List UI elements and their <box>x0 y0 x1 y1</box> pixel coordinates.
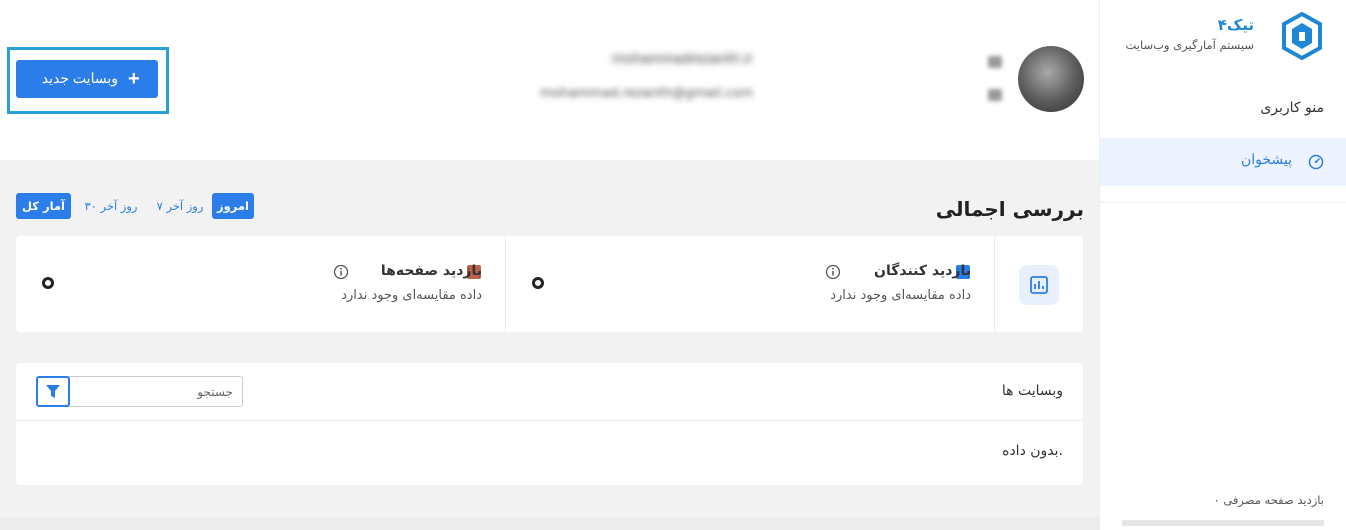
tab-all-stats[interactable]: آمار کل <box>16 193 71 219</box>
tab-last-30-days[interactable]: ۳۰ روز آخر <box>76 193 146 219</box>
pageviews-title: بازدید صفحه‌ها <box>380 263 482 279</box>
chart-icon <box>1019 265 1059 305</box>
new-website-label: وبسایت جدید <box>41 70 118 86</box>
info-icon[interactable] <box>333 264 349 280</box>
visitors-subtitle: داده مقایسه‌ای وجود ندارد <box>830 288 971 303</box>
brand-subtitle: سیستم آمارگیری وب‌سایت <box>1125 38 1254 52</box>
visitors-title: بازدید کنندگان <box>874 263 971 279</box>
brand[interactable]: تیک۴ سیستم آمارگیری وب‌سایت <box>1114 12 1324 62</box>
top-header: + وبسایت جدید mohammadrezanth.ir mohamma… <box>0 0 1099 160</box>
pageviews-subtitle: داده مقایسه‌ای وجود ندارد <box>341 288 482 303</box>
filter-button[interactable] <box>36 376 70 407</box>
visitors-indicator <box>532 277 544 289</box>
search-input[interactable] <box>71 377 241 406</box>
email-icon <box>988 89 1002 101</box>
user-icon <box>988 56 1002 68</box>
bottom-strip <box>0 517 1099 530</box>
page-views-used: ۰ بازدید صفحه مصرفی <box>1213 493 1324 507</box>
sidebar: تیک۴ سیستم آمارگیری وب‌سایت منو کاربری پ… <box>1099 0 1346 530</box>
tab-today[interactable]: امروز <box>212 193 254 219</box>
pageviews-indicator <box>42 277 54 289</box>
sidebar-divider <box>1100 202 1346 203</box>
empty-state: بدون داده. <box>1002 443 1063 459</box>
search-box <box>36 376 243 407</box>
dashboard-gauge-icon <box>1308 154 1324 170</box>
tab-last-7-days[interactable]: ۷ روز آخر <box>150 193 210 219</box>
usage-progress-bar <box>1122 520 1324 526</box>
sidebar-item-dashboard[interactable]: پیشخوان <box>1100 138 1346 186</box>
sidebar-item-label: پیشخوان <box>1240 152 1292 168</box>
new-website-button[interactable]: + وبسایت جدید <box>16 60 158 98</box>
user-email: mohammad.rezanth@gmail.com <box>540 86 753 101</box>
tik4-logo-icon <box>1282 12 1322 60</box>
user-avatar[interactable] <box>1018 46 1084 112</box>
user-name: mohammadrezanth.ir <box>612 52 753 67</box>
overview-title: بررسی اجمالی <box>935 197 1084 221</box>
brand-title: تیک۴ <box>1217 16 1254 34</box>
user-menu-heading: منو کاربری <box>1260 100 1324 116</box>
plus-icon: + <box>128 68 140 90</box>
stats-card: بازدید کنندگان داده مقایسه‌ای وجود ندارد… <box>16 236 1083 332</box>
filter-icon <box>46 385 60 398</box>
websites-title: وبسایت ها <box>1001 383 1063 399</box>
info-icon[interactable] <box>825 264 841 280</box>
stats-divider <box>505 236 506 332</box>
stats-divider <box>994 236 995 332</box>
table-divider <box>16 420 1083 421</box>
websites-card: وبسایت ها بدون داده. <box>16 363 1083 485</box>
